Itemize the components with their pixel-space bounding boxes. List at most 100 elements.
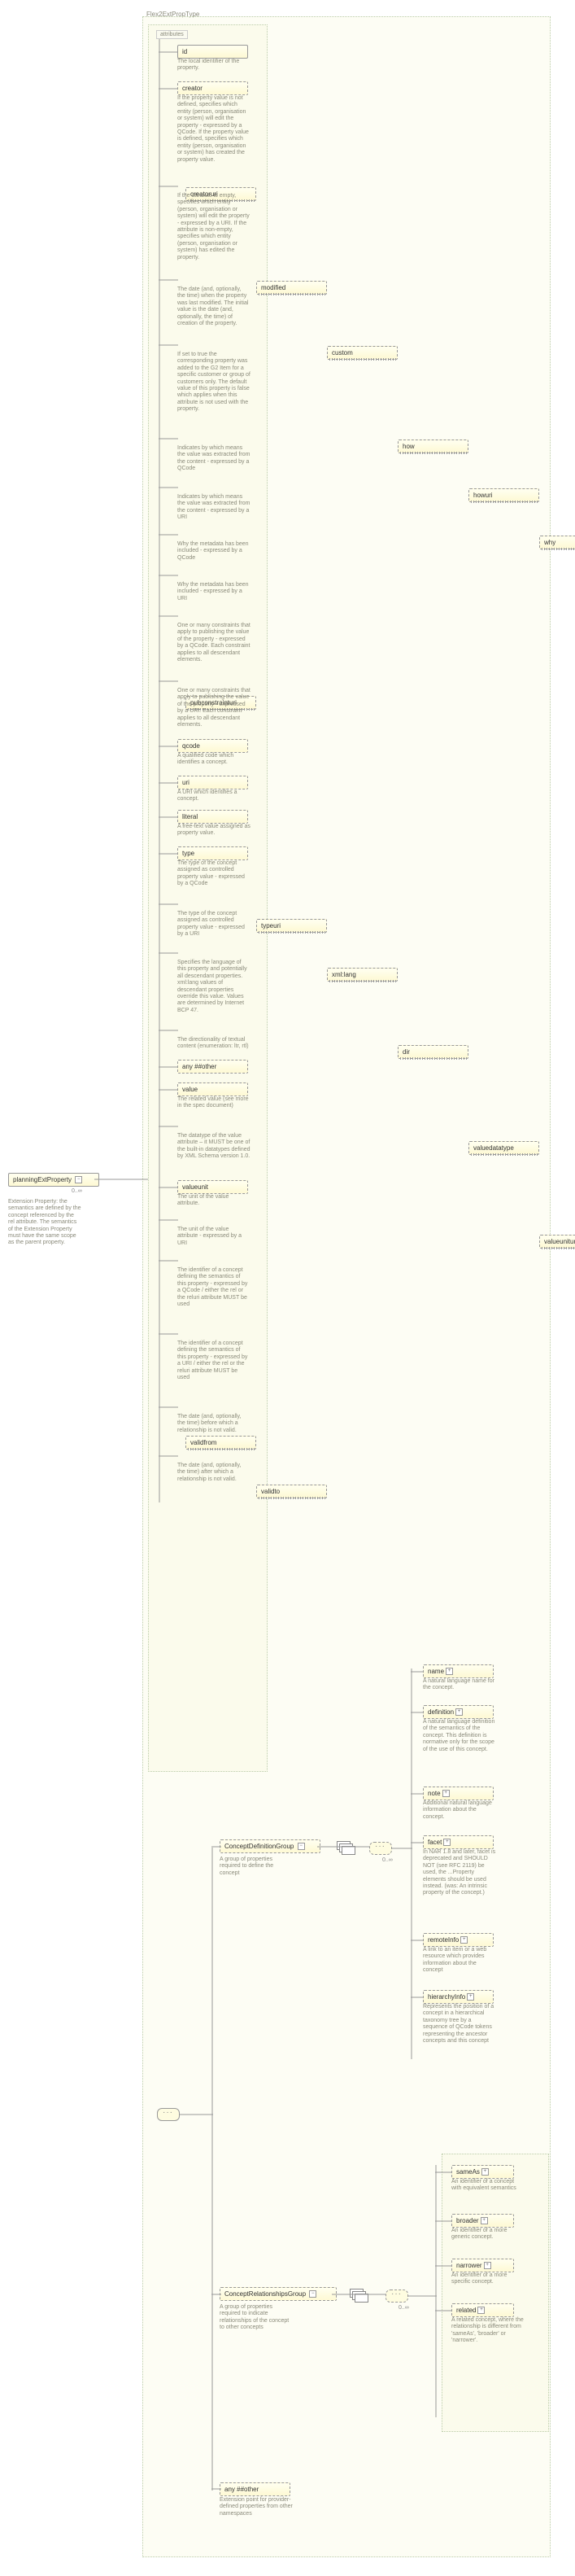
def-child-note[interactable]: note+ xyxy=(423,1787,494,1800)
attr-custom[interactable]: custom xyxy=(327,346,398,360)
attr-desc: If set to true the corresponding propert… xyxy=(177,352,250,413)
child-title: facet xyxy=(428,1839,442,1846)
plus-icon[interactable]: + xyxy=(443,1839,451,1846)
attr-valueunit[interactable]: valueunit xyxy=(177,1180,248,1194)
child-desc: A natural language definition of the sem… xyxy=(423,1719,496,1753)
attr-xmllang[interactable]: xml:lang xyxy=(327,968,398,982)
attr-howuri[interactable]: howuri xyxy=(468,488,539,502)
attr-title: why xyxy=(544,539,555,546)
attr-validfrom[interactable]: validfrom xyxy=(185,1436,256,1450)
plus-icon[interactable]: + xyxy=(481,2217,488,2224)
minus-icon[interactable]: − xyxy=(298,1843,305,1850)
rel-child-narrower[interactable]: narrower+ xyxy=(451,2259,514,2272)
plus-icon[interactable]: + xyxy=(460,1936,468,1944)
child-desc: In NAR 1.8 and later, facet is deprecate… xyxy=(423,1849,496,1897)
child-desc: An identifier of a concept with equivale… xyxy=(451,2179,525,2193)
attr-qcode[interactable]: qcode xyxy=(177,739,248,753)
attr-desc: Why the metadata has been included - exp… xyxy=(177,582,250,602)
attr-desc: The unit of the value attribute - expres… xyxy=(177,1227,250,1247)
child-desc: An identifier of a more generic concept. xyxy=(451,2228,525,2241)
def-desc: A group of properties required to define… xyxy=(220,1857,293,1877)
attr-title: qcode xyxy=(182,742,200,750)
attr-desc: One or many constraints that apply to pu… xyxy=(177,688,250,728)
attr-title: literal xyxy=(182,813,198,820)
rel-child-related[interactable]: related+ xyxy=(451,2303,514,2317)
child-desc: An identifier of a more specific concept… xyxy=(451,2272,525,2286)
minus-icon[interactable]: − xyxy=(75,1176,82,1183)
plus-icon[interactable]: + xyxy=(467,1993,474,2001)
attr-desc: If the attribute is empty, specifies whi… xyxy=(177,193,250,261)
rel-children-box xyxy=(442,2154,549,2432)
rel-desc: A group of properties required to indica… xyxy=(220,2304,293,2332)
attr-title: xml:lang xyxy=(332,971,356,978)
attr-desc: If the property value is not defined, sp… xyxy=(177,95,250,164)
attr-title: validfrom xyxy=(190,1439,216,1446)
concept-definition-group[interactable]: ConceptDefinitionGroup − xyxy=(220,1839,320,1853)
def-child-definition[interactable]: definition+ xyxy=(423,1705,494,1719)
attr-why[interactable]: why xyxy=(539,536,575,549)
child-title: note xyxy=(428,1790,441,1797)
plus-icon[interactable]: + xyxy=(484,2262,491,2269)
plus-icon[interactable]: + xyxy=(446,1668,453,1675)
attr-how[interactable]: how xyxy=(398,440,468,453)
attr-type[interactable]: type xyxy=(177,846,248,860)
attr-desc: Indicates by which means the value was e… xyxy=(177,445,250,473)
attr-literal[interactable]: literal xyxy=(177,810,248,824)
minus-icon[interactable]: − xyxy=(309,2290,316,2298)
rel-child-sameas[interactable]: sameAs+ xyxy=(451,2165,514,2179)
attr-valuedatatype[interactable]: valuedatatype xyxy=(468,1141,539,1155)
attr-desc: The local identifier of the property. xyxy=(177,59,250,72)
rel-child-broader[interactable]: broader+ xyxy=(451,2214,514,2228)
plus-icon[interactable]: + xyxy=(481,2168,489,2176)
attr-title: modified xyxy=(261,284,285,291)
attr-desc: The date (and, optionally, the time) whe… xyxy=(177,286,250,327)
def-child-facet[interactable]: facet+ xyxy=(423,1835,494,1849)
attr-desc: The unit of the value attribute. xyxy=(177,1194,250,1208)
attr-uri[interactable]: uri xyxy=(177,776,248,789)
attr-creator[interactable]: creator xyxy=(177,81,248,95)
attr-desc: Why the metadata has been included - exp… xyxy=(177,541,250,562)
attr-title: any ##other xyxy=(182,1063,216,1070)
attr-title: id xyxy=(182,48,187,55)
attr-dir[interactable]: dir xyxy=(398,1045,468,1059)
sequence-main[interactable] xyxy=(157,2108,180,2121)
attr-modified[interactable]: modified xyxy=(256,281,327,295)
attr-valueunituri[interactable]: valueunituri xyxy=(539,1235,575,1249)
attr-id[interactable]: id xyxy=(177,45,248,59)
attr-title: custom xyxy=(332,349,353,356)
attr-value[interactable]: value xyxy=(177,1082,248,1096)
attr-desc: A free-text value assigned as property v… xyxy=(177,824,250,838)
def-title: ConceptDefinitionGroup xyxy=(224,1843,294,1850)
plus-icon[interactable]: + xyxy=(477,2307,485,2314)
child-desc: Additional natural language information … xyxy=(423,1800,496,1821)
child-title: name xyxy=(428,1668,444,1675)
attr-title: value xyxy=(182,1086,198,1093)
anyother-desc: Extension point for provider-defined pro… xyxy=(220,2497,293,2517)
def-child-name[interactable]: name+ xyxy=(423,1664,494,1678)
child-title: narrower xyxy=(456,2262,482,2269)
rel-occurs: 0..∞ xyxy=(399,2305,409,2311)
sequence-rel[interactable] xyxy=(386,2290,408,2303)
attr-validto[interactable]: validto xyxy=(256,1485,327,1498)
child-desc: A natural language name for the concept. xyxy=(423,1678,496,1692)
attr-desc: Indicates by which means the value was e… xyxy=(177,494,250,522)
any-other-node[interactable]: any ##other xyxy=(220,2482,290,2496)
attr-typeuri[interactable]: typeuri xyxy=(256,919,327,933)
attr-title: dir xyxy=(403,1048,410,1056)
attr-desc: The type of the concept assigned as cont… xyxy=(177,911,250,938)
root-node[interactable]: planningExtProperty − xyxy=(8,1173,99,1187)
def-child-remoteinfo[interactable]: remoteInfo+ xyxy=(423,1933,494,1947)
attr-title: how xyxy=(403,443,415,450)
def-child-hierarchyinfo[interactable]: hierarchyInfo+ xyxy=(423,1990,494,2004)
attr-desc: Specifies the language of this property … xyxy=(177,960,250,1014)
plus-icon[interactable]: + xyxy=(455,1708,463,1716)
child-title: sameAs xyxy=(456,2168,480,2176)
attr-desc: A URI which identifies a concept. xyxy=(177,789,250,803)
child-desc: A related concept, where the relationshi… xyxy=(451,2317,525,2345)
concept-relationships-group[interactable]: ConceptRelationshipsGroup − xyxy=(220,2287,337,2301)
sequence-def[interactable] xyxy=(369,1842,392,1855)
attr-anyother[interactable]: any ##other xyxy=(177,1060,248,1074)
attributes-label: attributes xyxy=(156,30,188,39)
plus-icon[interactable]: + xyxy=(442,1790,450,1797)
attr-desc: The identifier of a concept defining the… xyxy=(177,1267,250,1308)
